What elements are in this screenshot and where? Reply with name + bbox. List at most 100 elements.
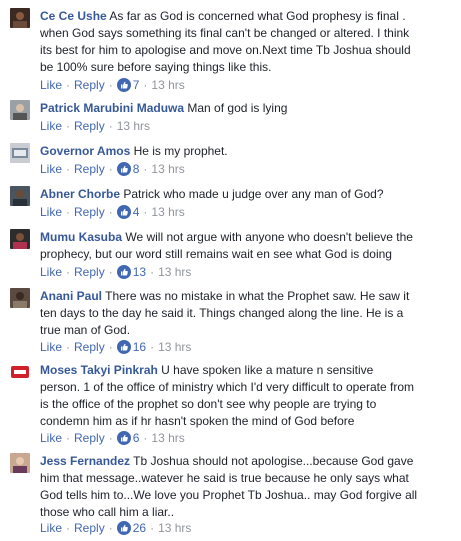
comment-actions: Like · Reply · 4 · 13 hrs bbox=[40, 204, 185, 220]
avatar[interactable] bbox=[10, 8, 30, 28]
reaction-summary[interactable]: 26 bbox=[116, 521, 147, 535]
avatar[interactable] bbox=[10, 229, 30, 249]
separator: · bbox=[66, 78, 71, 92]
comment-author[interactable]: Governor Amos bbox=[40, 144, 130, 158]
timestamp[interactable]: 13 hrs bbox=[151, 205, 184, 219]
comment-text-line: be 100% sure before saying things like t… bbox=[40, 60, 272, 74]
thumbs-up-icon bbox=[116, 162, 131, 176]
comment-author[interactable]: Patrick Marubini Maduwa bbox=[40, 101, 184, 115]
comment-actions: Like · Reply · 13 · 13 hrs bbox=[40, 264, 191, 280]
comment-author[interactable]: Anani Paul bbox=[40, 289, 102, 303]
comment-text-line: true man of God. bbox=[40, 323, 131, 337]
separator: · bbox=[108, 265, 113, 279]
comment-body: Moses Takyi Pinkrah U have spoken like a… bbox=[40, 362, 452, 430]
separator: · bbox=[150, 340, 155, 354]
like-link[interactable]: Like bbox=[40, 521, 62, 535]
comment-text-line: him that message..watever he said is tru… bbox=[40, 471, 409, 485]
comment-author[interactable]: Moses Takyi Pinkrah bbox=[40, 363, 158, 377]
timestamp[interactable]: 13 hrs bbox=[158, 265, 191, 279]
comment-text-line: person. 1 of the office of ministry whic… bbox=[40, 380, 415, 394]
reply-link[interactable]: Reply bbox=[74, 205, 105, 219]
separator: · bbox=[108, 119, 113, 133]
comment-text-line: As far as God is concerned what God prop… bbox=[109, 9, 406, 23]
reply-link[interactable]: Reply bbox=[74, 119, 105, 133]
separator: · bbox=[143, 78, 148, 92]
comment-actions: Like · Reply · 8 · 13 hrs bbox=[40, 161, 185, 177]
timestamp[interactable]: 13 hrs bbox=[158, 340, 191, 354]
separator: · bbox=[108, 162, 113, 176]
like-link[interactable]: Like bbox=[40, 78, 62, 92]
comment-text-line: Patrick who made u judge over any man of… bbox=[123, 187, 384, 201]
comment-actions: Like · Reply · 13 hrs bbox=[40, 118, 150, 134]
avatar[interactable] bbox=[10, 453, 30, 473]
comment-author[interactable]: Mumu Kasuba bbox=[40, 230, 122, 244]
comment-body: Governor Amos He is my prophet. bbox=[40, 143, 452, 160]
timestamp[interactable]: 13 hrs bbox=[158, 521, 191, 535]
timestamp[interactable]: 13 hrs bbox=[117, 119, 150, 133]
comment-author[interactable]: Abner Chorbe bbox=[40, 187, 120, 201]
thumbs-up-icon bbox=[116, 431, 131, 445]
comment-text-line: God tells him to...We love you Prophet T… bbox=[40, 488, 418, 502]
reaction-count: 6 bbox=[132, 431, 140, 445]
separator: · bbox=[108, 340, 113, 354]
comment-body: Ce Ce Ushe As far as God is concerned wh… bbox=[40, 8, 452, 76]
like-link[interactable]: Like bbox=[40, 431, 62, 445]
reply-link[interactable]: Reply bbox=[74, 431, 105, 445]
comment-text-line: condemn him as if hr hasn't spoken the m… bbox=[40, 414, 355, 428]
reaction-summary[interactable]: 13 bbox=[116, 265, 146, 279]
reaction-count: 16 bbox=[132, 340, 147, 354]
separator: · bbox=[66, 521, 71, 535]
comment-body: Jess Fernandez Tb Joshua should not apol… bbox=[40, 453, 452, 521]
like-link[interactable]: Like bbox=[40, 265, 62, 279]
comment-thread: Ce Ce Ushe As far as God is concerned wh… bbox=[0, 0, 461, 541]
reaction-count: 26 bbox=[132, 521, 147, 535]
reaction-summary[interactable]: 4 bbox=[116, 205, 140, 219]
reaction-summary[interactable]: 8 bbox=[116, 162, 139, 176]
separator: · bbox=[108, 521, 113, 535]
comment-text-line: U have spoken like a mature n sensitive bbox=[161, 363, 374, 377]
reaction-summary[interactable]: 16 bbox=[116, 340, 147, 354]
comment-body: Anani Paul There was no mistake in what … bbox=[40, 288, 452, 339]
separator: · bbox=[143, 431, 148, 445]
comment-text-line: Tb Joshua should not apologise...because… bbox=[133, 454, 414, 468]
comment-author[interactable]: Ce Ce Ushe bbox=[40, 9, 107, 23]
thumbs-up-icon bbox=[116, 78, 131, 92]
reaction-count: 4 bbox=[132, 205, 140, 219]
comment-author[interactable]: Jess Fernandez bbox=[40, 454, 130, 468]
avatar[interactable] bbox=[10, 288, 30, 308]
thumbs-up-icon bbox=[116, 205, 131, 219]
reaction-summary[interactable]: 6 bbox=[116, 431, 140, 445]
comment-text-line: There was no mistake in what the Prophet… bbox=[105, 289, 410, 303]
reaction-count: 7 bbox=[132, 78, 140, 92]
reply-link[interactable]: Reply bbox=[74, 162, 105, 176]
avatar[interactable] bbox=[10, 100, 30, 120]
timestamp[interactable]: 13 hrs bbox=[151, 78, 184, 92]
avatar[interactable] bbox=[10, 362, 30, 382]
avatar[interactable] bbox=[10, 186, 30, 206]
reply-link[interactable]: Reply bbox=[74, 265, 105, 279]
comment-text-line: ten days to the day he said it. Things c… bbox=[40, 306, 404, 320]
like-link[interactable]: Like bbox=[40, 162, 62, 176]
reply-link[interactable]: Reply bbox=[74, 340, 105, 354]
separator: · bbox=[66, 340, 71, 354]
thumbs-up-icon bbox=[116, 265, 131, 279]
comment-text-line: He is my prophet. bbox=[133, 144, 228, 158]
like-link[interactable]: Like bbox=[40, 119, 62, 133]
timestamp[interactable]: 13 hrs bbox=[151, 431, 184, 445]
like-link[interactable]: Like bbox=[40, 205, 62, 219]
separator: · bbox=[150, 521, 155, 535]
comment-text-line: We will not argue with anyone who doesn'… bbox=[125, 230, 413, 244]
separator: · bbox=[108, 78, 113, 92]
timestamp[interactable]: 13 hrs bbox=[151, 162, 184, 176]
separator: · bbox=[150, 265, 155, 279]
reply-link[interactable]: Reply bbox=[74, 521, 105, 535]
avatar[interactable] bbox=[10, 143, 30, 163]
comment-actions: Like · Reply · 16 · 13 hrs bbox=[40, 339, 191, 355]
thumbs-up-icon bbox=[116, 340, 131, 354]
reply-link[interactable]: Reply bbox=[74, 78, 105, 92]
reaction-summary[interactable]: 7 bbox=[116, 78, 140, 92]
comment-text-line: prophecy, but our word still remains wai… bbox=[40, 247, 392, 261]
like-link[interactable]: Like bbox=[40, 340, 62, 354]
comment-body: Abner Chorbe Patrick who made u judge ov… bbox=[40, 186, 452, 203]
separator: · bbox=[66, 431, 71, 445]
